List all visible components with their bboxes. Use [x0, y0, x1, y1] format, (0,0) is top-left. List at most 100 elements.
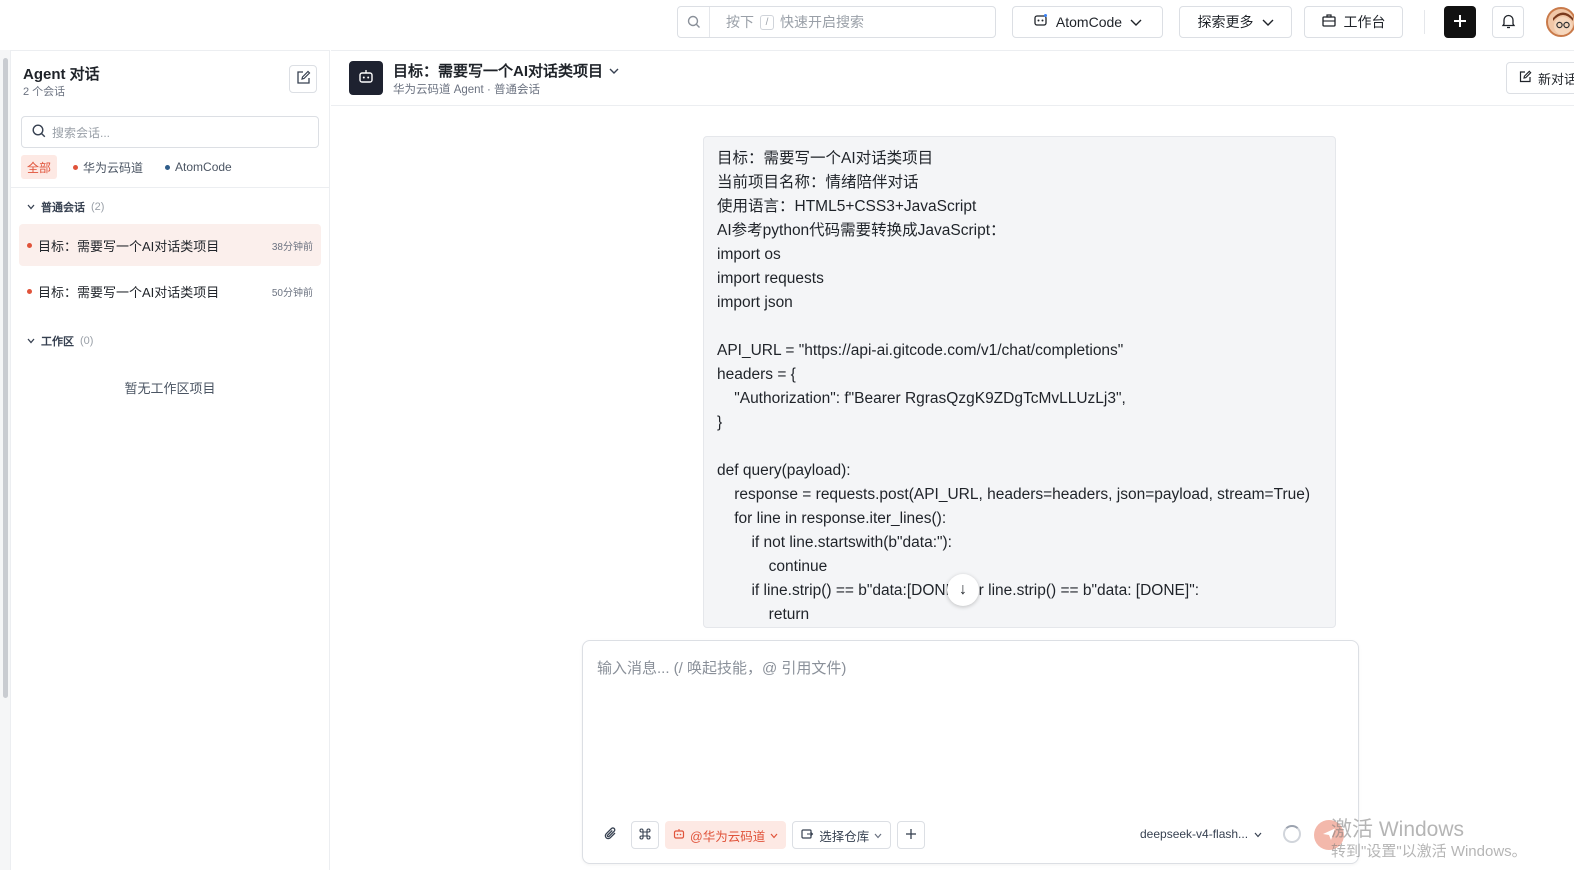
message-line: 当前项目名称：情绪陪伴对话 [717, 174, 919, 191]
group-normal-count: (2) [91, 201, 105, 213]
search-hint-prefix: 按下 [726, 14, 754, 30]
edit-icon [296, 70, 311, 88]
chevron-down-icon [770, 828, 778, 842]
user-avatar[interactable] [1546, 7, 1574, 37]
repository-selector-label: 选择仓库 [819, 829, 870, 844]
explore-more-label: 探索更多 [1197, 14, 1254, 30]
workbench-button[interactable]: 工作台 [1304, 6, 1403, 38]
message-line [717, 315, 1322, 339]
message-line: AI参考python代码需要转换成JavaScript： [717, 222, 1006, 239]
new-conversation-button[interactable] [289, 65, 317, 93]
left-scrollbar[interactable] [0, 50, 11, 870]
chat-title-dropdown[interactable]: 目标：需要写一个AI对话类项目 [393, 60, 619, 81]
conversation-search-input[interactable]: 搜索会话... [21, 116, 319, 148]
source-filters: 全部 华为云码道 AtomCode [21, 155, 238, 179]
search-shortcut-key: / [760, 14, 774, 30]
conversation-title: 目标：需要写一个AI对话类项目 [38, 284, 220, 300]
conversation-sidebar: Agent 对话 2 个会话 搜索会话... 全部 华为云码道 AtomCode… [11, 50, 330, 870]
message-input-placeholder: 输入消息... (/ 唤起技能，@ 引用文件) [597, 660, 847, 677]
conversation-time: 50分钟前 [271, 287, 313, 299]
group-workspace[interactable]: 工作区 (0) [27, 333, 93, 349]
message-line: def query(payload): [717, 462, 851, 479]
conversation-item[interactable]: 目标：需要写一个AI对话类项目 50分钟前 [19, 270, 321, 312]
message-line: if line.strip() == b"data:[DONE]" or lin… [751, 582, 1200, 599]
agent-selector-chip[interactable]: @华为云码道 [665, 821, 787, 849]
briefcase-icon [1321, 14, 1336, 30]
plus-icon [1453, 14, 1467, 31]
chevron-down-icon [1262, 14, 1274, 30]
conversation-time: 38分钟前 [271, 241, 313, 253]
status-dot [165, 164, 171, 170]
edit-icon [1519, 70, 1532, 86]
group-normal-conversations[interactable]: 普通会话 (2) [27, 199, 104, 215]
scroll-to-bottom-button[interactable]: ↓ [947, 574, 979, 606]
conversation-title: 目标：需要写一个AI对话类项目 [38, 238, 220, 254]
message-composer[interactable]: 输入消息... (/ 唤起技能，@ 引用文件) @华为云码道 选择仓库 deep… [582, 640, 1359, 864]
message-line: import requests [717, 270, 824, 287]
add-context-button[interactable] [897, 821, 926, 849]
status-dot [27, 288, 32, 294]
message-line: return [717, 606, 810, 623]
new-chat-label: 新对话 [1538, 71, 1574, 87]
bell-icon [1501, 13, 1516, 32]
chevron-down-icon [1130, 14, 1142, 30]
conversation-search-placeholder: 搜索会话... [52, 125, 111, 140]
topbar-divider [1424, 10, 1425, 34]
message-line: import os [717, 246, 781, 263]
message-line: continue [717, 558, 828, 575]
filter-all-label: 全部 [27, 160, 52, 175]
model-selector[interactable]: deepseek-v4-flash... [1140, 827, 1262, 841]
atomcode-label: AtomCode [1055, 14, 1123, 30]
message-line: 目标：需要写一个AI对话类项目 [717, 150, 934, 167]
filter-all[interactable]: 全部 [21, 155, 58, 179]
repository-selector[interactable]: 选择仓库 [792, 821, 892, 849]
agent-chip-label: @华为云码道 [690, 829, 766, 844]
message-line [717, 435, 1322, 459]
arrow-down-icon: ↓ [959, 581, 967, 598]
chevron-down-icon [609, 62, 619, 79]
chat-subtitle: 华为云码道 Agent · 普通会话 [393, 84, 540, 96]
message-line: response = requests.post(API_URL, header… [717, 486, 1311, 503]
plus-icon [905, 828, 917, 843]
chevron-down-icon [1254, 827, 1262, 841]
windows-activation-hint: 转到"设置"以激活 Windows。 [1331, 843, 1527, 860]
filter-atomcode[interactable]: AtomCode [159, 155, 238, 179]
workbench-label: 工作台 [1343, 14, 1386, 30]
command-icon [638, 827, 652, 844]
explore-more-dropdown-button[interactable]: 探索更多 [1179, 6, 1292, 38]
filter-huaweicloud[interactable]: 华为云码道 [67, 155, 149, 179]
conversation-item[interactable]: 目标：需要写一个AI对话类项目 38分钟前 [19, 224, 321, 266]
message-line: 使用语言：HTML5+CSS3+JavaScript [717, 198, 977, 215]
model-selector-label: deepseek-v4-flash... [1140, 827, 1249, 841]
paperclip-icon [603, 826, 619, 845]
scrollbar-thumb[interactable] [3, 58, 8, 698]
command-button[interactable] [631, 821, 659, 849]
status-dot [73, 164, 79, 170]
message-line: import json [717, 294, 793, 311]
global-search-input[interactable]: 按下 / 快速开启搜索 [677, 6, 996, 38]
attach-file-button[interactable] [597, 821, 625, 849]
sidebar-conversation-count: 2 个会话 [23, 86, 66, 98]
atomcode-icon [1033, 13, 1048, 31]
agent-logo [349, 61, 383, 95]
windows-activation-watermark: 激活 Windows [1331, 818, 1465, 841]
search-hint: 按下 / 快速开启搜索 [710, 12, 864, 32]
filter-atomcode-label: AtomCode [175, 160, 232, 174]
message-line: } [717, 414, 723, 431]
repository-icon [801, 828, 814, 843]
sidebar-divider [11, 187, 329, 188]
user-message-bubble: 目标：需要写一个AI对话类项目 当前项目名称：情绪陪伴对话 使用语言：HTML5… [703, 136, 1336, 628]
loading-spinner-icon [1283, 825, 1301, 843]
chevron-down-icon [27, 335, 35, 347]
new-chat-button[interactable]: 新对话 [1506, 62, 1574, 94]
message-line: "Authorization": f"Bearer RgrasQzgK9ZDgT… [717, 390, 1126, 407]
atomcode-dropdown-button[interactable]: AtomCode [1012, 6, 1163, 38]
chevron-down-icon [27, 201, 35, 213]
chevron-down-icon [874, 828, 882, 842]
chat-header: 目标：需要写一个AI对话类项目 华为云码道 Agent · 普通会话 新对话 [331, 50, 1574, 106]
message-line: headers = { [717, 366, 796, 383]
group-workspace-count: (0) [80, 335, 94, 347]
notifications-button[interactable] [1492, 6, 1524, 38]
create-new-button[interactable] [1444, 6, 1476, 38]
sidebar-title: Agent 对话 [23, 66, 100, 83]
